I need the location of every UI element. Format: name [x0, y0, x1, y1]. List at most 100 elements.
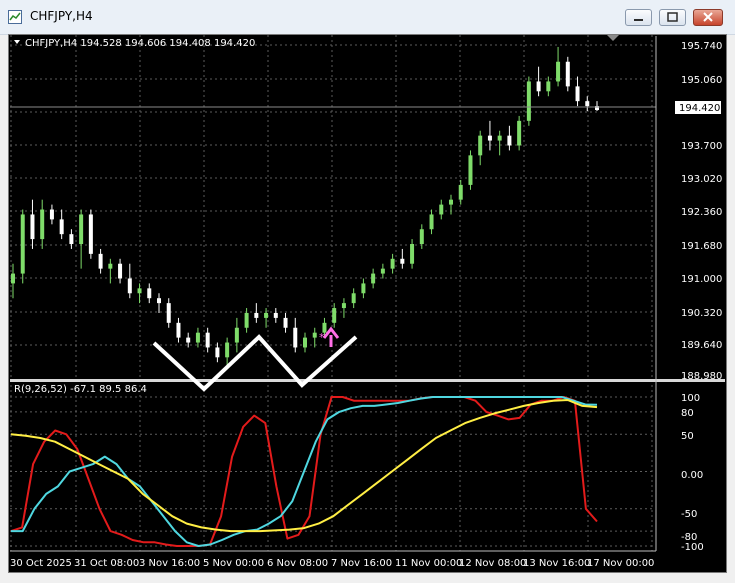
- time-label: 12 Nov 08:00: [459, 558, 526, 569]
- candle-bear: [575, 86, 580, 102]
- candle-bull: [312, 332, 317, 338]
- candle-bear: [283, 317, 288, 328]
- candle-bear: [215, 347, 220, 358]
- candle-bull: [303, 337, 307, 348]
- price-scale[interactable]: 195.740 195.060 193.700 193.020 192.360 …: [675, 41, 722, 382]
- indicator-scale[interactable]: 100 80 50 0.00 -50 -80 -100: [681, 393, 704, 553]
- minimize-button[interactable]: [625, 9, 652, 26]
- candle-bull: [264, 312, 269, 318]
- time-scale[interactable]: 30 Oct 2025 31 Oct 08:00 3 Nov 16:00 5 N…: [10, 558, 654, 569]
- chart-window-icon: [8, 10, 22, 24]
- time-label: 30 Oct 2025: [10, 558, 72, 569]
- panel-splitter[interactable]: [10, 379, 725, 382]
- candle-bull: [341, 303, 346, 309]
- candle-bull: [40, 209, 45, 240]
- candle-bear: [69, 234, 74, 245]
- candle-bear: [157, 298, 161, 304]
- candle-bull: [108, 263, 113, 269]
- price-label: 192.360: [681, 207, 722, 218]
- grid: [10, 35, 655, 551]
- candle-bull: [429, 214, 434, 230]
- candle-bull: [332, 308, 337, 323]
- candle-bull: [390, 258, 395, 269]
- candle-bull: [556, 61, 561, 82]
- level-label: -100: [681, 542, 704, 553]
- candle-bull: [526, 81, 531, 121]
- candle-bull: [79, 214, 84, 245]
- time-label: 3 Nov 16:00: [139, 558, 200, 569]
- candle-bear: [98, 253, 103, 269]
- time-label: 5 Nov 00:00: [203, 558, 264, 569]
- candle-bull: [371, 273, 376, 284]
- price-label: 188.980: [681, 371, 722, 382]
- level-label: 80: [681, 408, 694, 419]
- time-label: 11 Nov 00:00: [395, 558, 462, 569]
- candle-bull: [244, 312, 249, 328]
- level-label: 50: [681, 431, 694, 442]
- candle-bear: [147, 288, 152, 299]
- indicator-lines: [10, 396, 598, 547]
- chart-canvas[interactable]: * CHFJPY,H4 194.528 194.606 194.408 194.…: [9, 35, 726, 572]
- candle-bear: [585, 101, 590, 107]
- collapse-triangle-icon[interactable]: [14, 40, 20, 44]
- time-label: 7 Nov 16:00: [331, 558, 392, 569]
- price-label: 190.320: [681, 308, 722, 319]
- candle-bear: [88, 214, 93, 254]
- price-label: 191.680: [681, 241, 722, 252]
- price-label: 191.000: [681, 274, 722, 285]
- candle-bear: [273, 312, 278, 318]
- time-label: 6 Nov 08:00: [267, 558, 328, 569]
- current-price-label: 194.420: [679, 103, 720, 114]
- price-label: 189.640: [681, 340, 722, 351]
- candle-bull: [546, 81, 551, 92]
- candle-bear: [49, 209, 54, 220]
- close-button[interactable]: [693, 9, 723, 26]
- level-label: 100: [681, 393, 700, 404]
- candles: [11, 46, 599, 368]
- candle-bull: [137, 288, 142, 294]
- time-label: 17 Nov 00:00: [587, 558, 654, 569]
- candle-bull: [497, 135, 502, 141]
- price-label: 193.020: [681, 174, 722, 185]
- candle-bull: [195, 332, 200, 343]
- window-title: CHFJPY,H4: [30, 9, 93, 23]
- maximize-button[interactable]: [659, 9, 686, 26]
- candle-bull: [478, 135, 483, 156]
- candle-bull: [20, 214, 25, 274]
- candle-bear: [186, 337, 191, 343]
- candle-bear: [254, 312, 259, 318]
- candle-bear: [59, 219, 64, 235]
- level-label: 0.00: [681, 470, 703, 481]
- candle-bull: [351, 293, 356, 304]
- candle-bull: [361, 283, 366, 294]
- time-label: 31 Oct 08:00: [74, 558, 139, 569]
- chart-window[interactable]: * CHFJPY,H4 194.528 194.606 194.408 194.…: [8, 34, 727, 573]
- candle-bear: [176, 322, 181, 338]
- candle-bear: [565, 61, 570, 87]
- candle-bear: [205, 332, 210, 348]
- candle-bear: [536, 81, 541, 92]
- price-label: 195.060: [681, 75, 722, 86]
- candle-bull: [468, 155, 473, 185]
- price-header: CHFJPY,H4 194.528 194.606 194.408 194.42…: [25, 38, 255, 49]
- candle-bull: [419, 229, 424, 245]
- candle-bear: [507, 135, 512, 146]
- candle-bull: [11, 273, 15, 284]
- price-label: 195.740: [681, 41, 722, 52]
- candle-bear: [166, 303, 171, 323]
- maximize-icon: [667, 12, 678, 22]
- candle-bull: [517, 120, 522, 146]
- candle-bull: [449, 199, 453, 205]
- level-label: -50: [681, 509, 697, 520]
- candle-bear: [118, 263, 123, 279]
- chart-shift-marker-icon[interactable]: [607, 35, 619, 41]
- time-label: 13 Nov 16:00: [523, 558, 590, 569]
- candle-bull: [439, 204, 444, 215]
- indicator-header: R(9,26,52) -67.1 89.5 86.4: [14, 384, 147, 395]
- candle-bear: [400, 258, 405, 264]
- close-icon: [703, 12, 713, 22]
- buy-arrow-icon: *: [319, 326, 340, 347]
- candle-bear: [127, 278, 132, 294]
- candle-bull: [410, 244, 415, 264]
- minimize-icon: [634, 19, 643, 21]
